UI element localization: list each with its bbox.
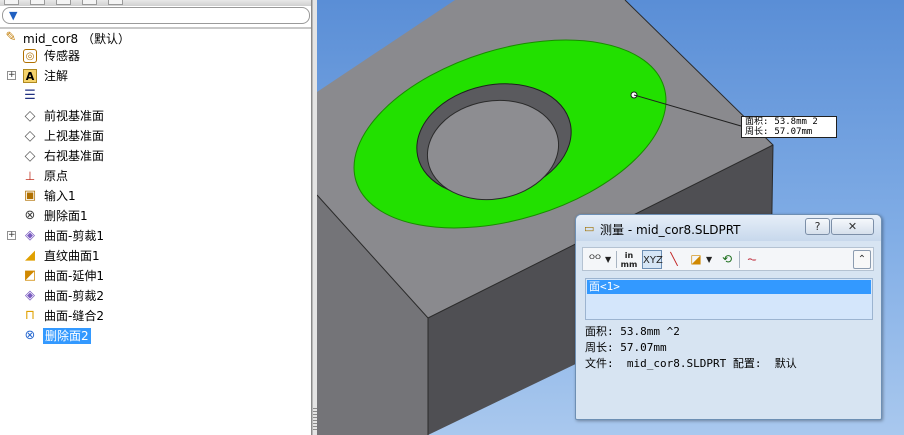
tree-item-delete-face1[interactable]: ⊗ 删除面1 — [0, 206, 311, 226]
tree-item-import1[interactable]: ▣ 输入1 — [0, 186, 311, 206]
callout-area-value: 53.8mm 2 — [774, 117, 818, 127]
callout-perimeter-value: 57.07mm — [774, 127, 813, 137]
selection-list[interactable]: 面<1> — [585, 278, 873, 320]
tree-item-material[interactable]: ☰ — [0, 86, 311, 106]
plane-icon: ◇ — [24, 108, 36, 124]
delete-face-icon: ⊗ — [24, 328, 36, 343]
create-sensor-icon[interactable]: ⏦ — [743, 250, 761, 269]
import-icon: ▣ — [23, 188, 37, 203]
tree-item-label: 上视基准面 — [44, 129, 105, 143]
expand-icon[interactable]: + — [7, 71, 16, 80]
tree-item-ruled-surface1[interactable]: ◢ 直纹曲面1 — [0, 246, 311, 266]
tree-item-label: 删除面2 — [43, 328, 91, 344]
callout-perimeter-row: 周长: 57.07mm — [745, 127, 833, 137]
tab-dimxpert-manager[interactable] — [82, 0, 97, 5]
tree-item-top-plane[interactable]: ◇ 上视基准面 — [0, 126, 311, 146]
arc-circle-measure-icon[interactable]: ᴼᴼ — [586, 250, 604, 269]
tree-item-label: 曲面-延伸1 — [44, 269, 104, 283]
collapse-button[interactable]: ⌃ — [853, 250, 871, 269]
units-bottom-label: mm — [620, 260, 638, 269]
callout-area-label: 面积: — [745, 117, 769, 127]
tree-item-annotations[interactable]: + A 注解 — [0, 66, 311, 86]
sensor-icon: ◎ — [23, 49, 37, 63]
tab-property-manager[interactable] — [30, 0, 45, 5]
tree-item-label: 曲面-剪裁2 — [44, 289, 104, 303]
tree-root-part[interactable]: ✎ mid_cor8 （默认） — [3, 29, 130, 47]
tree-item-surface-trim1[interactable]: + ◈ 曲面-剪裁1 — [0, 226, 311, 246]
show-xyz-icon[interactable]: XYZ — [642, 250, 663, 269]
tab-feature-manager[interactable] — [4, 0, 19, 5]
expand-icon[interactable]: + — [7, 231, 16, 240]
tree-item-label: 直纹曲面1 — [44, 249, 100, 263]
surface-knit-icon: ⊓ — [24, 308, 36, 323]
tree-item-label: 前视基准面 — [44, 109, 105, 123]
surface-trim-icon: ◈ — [25, 288, 35, 303]
delete-face-icon: ⊗ — [24, 208, 36, 223]
chevron-down-icon[interactable]: ▼ — [706, 250, 712, 269]
material-icon: ☰ — [24, 88, 36, 103]
tree-filter-input[interactable]: ▼ — [2, 7, 310, 24]
feature-manager-panel: ▼ ✎ mid_cor8 （默认） ◎ 传感器 + A 注解 ☰ ◇ 前视基准面… — [0, 0, 312, 435]
ruled-surface-icon: ◢ — [25, 248, 35, 263]
measure-icon: ▭ — [584, 222, 595, 235]
origin-icon: ⊥ — [24, 169, 36, 183]
tree-item-label: 右视基准面 — [44, 149, 105, 163]
annotation-icon: A — [23, 69, 37, 83]
result-area: 面积: 53.8mm ^2 — [585, 325, 680, 338]
tree-item-label: 输入1 — [44, 189, 76, 203]
plane-icon: ◇ — [24, 148, 36, 164]
tree-item-front-plane[interactable]: ◇ 前视基准面 — [0, 106, 311, 126]
chevron-down-icon[interactable]: ▼ — [605, 250, 611, 269]
measure-toolbar: ᴼᴼ ▼ in mm XYZ ╲ ◪ ▼ ⟲ ⏦ ⌃ — [582, 247, 874, 271]
tab-display-manager[interactable] — [108, 0, 123, 5]
tab-configuration-manager[interactable] — [56, 0, 71, 5]
measure-history-icon[interactable]: ⟲ — [718, 250, 736, 269]
tree-item-surface-knit2[interactable]: ⊓ 曲面-缝合2 — [0, 306, 311, 326]
tree-item-right-plane[interactable]: ◇ 右视基准面 — [0, 146, 311, 166]
dialog-titlebar[interactable]: ▭ 测量 - mid_cor8.SLDPRT ? ✕ — [576, 215, 881, 241]
tree-item-label: 传感器 — [44, 49, 81, 63]
units-precision-button[interactable]: in mm — [620, 250, 638, 269]
close-button[interactable]: ✕ — [831, 218, 874, 235]
tree-root-label: mid_cor8 （默认） — [23, 31, 130, 46]
tree-item-surface-trim2[interactable]: ◈ 曲面-剪裁2 — [0, 286, 311, 306]
tree-item-sensors[interactable]: ◎ 传感器 — [0, 46, 311, 66]
measure-dialog[interactable]: ▭ 测量 - mid_cor8.SLDPRT ? ✕ ᴼᴼ ▼ in mm XY… — [575, 214, 882, 420]
part-icon: ✎ — [5, 30, 17, 45]
surface-extend-icon: ◩ — [23, 268, 37, 283]
point-to-point-icon[interactable]: ╲ — [665, 250, 683, 269]
projected-on-icon[interactable]: ◪ — [687, 250, 705, 269]
dialog-title: 测量 - mid_cor8.SLDPRT — [600, 223, 741, 237]
tree-item-label: 删除面1 — [44, 209, 88, 223]
tree-item-label: 注解 — [44, 69, 69, 83]
toolbar-separator — [616, 251, 617, 268]
help-button[interactable]: ? — [805, 218, 830, 235]
tree-item-surface-extend1[interactable]: ◩ 曲面-延伸1 — [0, 266, 311, 286]
callout-area-row: 面积: 53.8mm 2 — [745, 117, 833, 127]
surface-trim-icon: ◈ — [25, 228, 35, 243]
result-perimeter: 周长: 57.07mm — [585, 341, 667, 354]
feature-tree-list: ◎ 传感器 + A 注解 ☰ ◇ 前视基准面 ◇ 上视基准面 ◇ 右视基准面 ⊥… — [0, 46, 311, 346]
tree-item-origin[interactable]: ⊥ 原点 — [0, 166, 311, 186]
panel-tab-strip — [0, 0, 311, 6]
tree-item-label: 原点 — [44, 169, 69, 183]
plane-icon: ◇ — [24, 128, 36, 144]
measure-results: 面积: 53.8mm ^2 周长: 57.07mm 文件: mid_cor8.S… — [585, 324, 877, 372]
toolbar-separator — [739, 251, 740, 268]
measure-callout[interactable]: 面积: 53.8mm 2 周长: 57.07mm — [741, 116, 837, 138]
units-top-label: in — [624, 251, 634, 260]
callout-perimeter-label: 周长: — [745, 127, 769, 137]
tree-item-delete-face2[interactable]: ⊗ 删除面2 — [0, 326, 311, 346]
result-file: 文件: mid_cor8.SLDPRT 配置: 默认 — [585, 357, 797, 370]
filter-icon: ▼ — [9, 9, 18, 22]
tree-item-label: 曲面-剪裁1 — [44, 229, 104, 243]
tree-item-label: 曲面-缝合2 — [44, 309, 104, 323]
selection-item[interactable]: 面<1> — [587, 280, 871, 294]
